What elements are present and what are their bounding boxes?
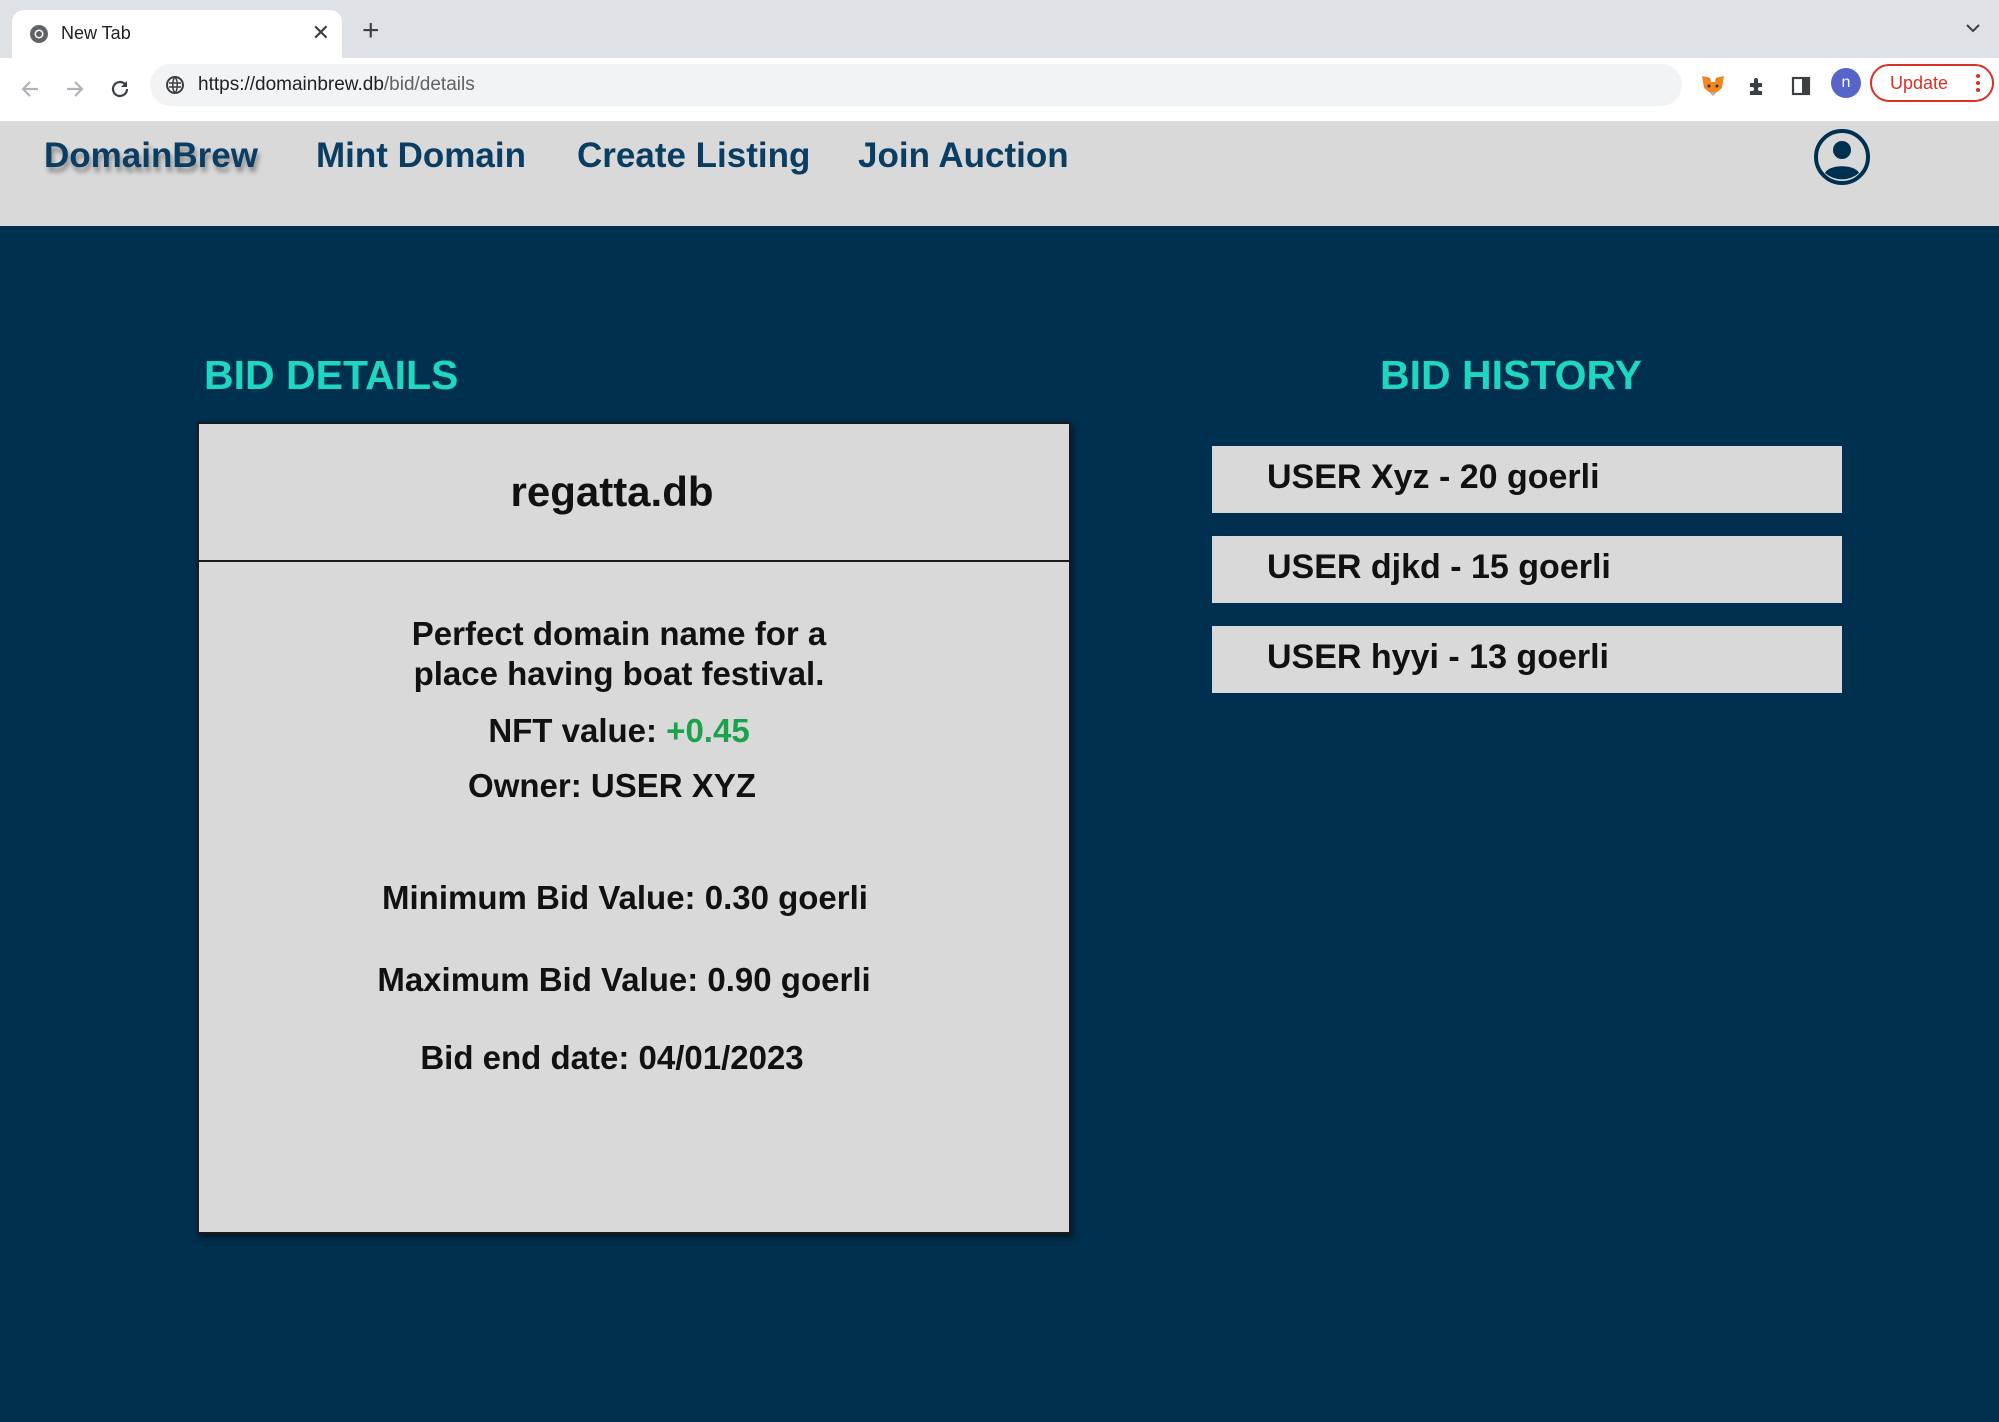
- forward-icon[interactable]: [57, 71, 93, 107]
- chevron-down-icon[interactable]: [1965, 20, 1981, 36]
- url-path: /bid/details: [383, 74, 475, 95]
- owner-line: Owner: USER XYZ: [468, 767, 756, 804]
- history-item[interactable]: USER djkd - 15 goerli: [1212, 536, 1842, 603]
- min-bid-value: Minimum Bid Value: 0.30 goerli: [382, 879, 868, 916]
- bid-details-heading: BID DETAILS: [204, 352, 459, 398]
- nav-mint-domain[interactable]: Mint Domain: [316, 136, 526, 176]
- history-item[interactable]: USER hyyi - 13 goerli: [1212, 626, 1842, 693]
- back-icon[interactable]: [12, 71, 48, 107]
- card-header: regatta.db: [199, 424, 1069, 562]
- nav-create-listing[interactable]: Create Listing: [577, 136, 810, 176]
- side-panel-icon[interactable]: [1785, 70, 1817, 102]
- history-item-text: USER Xyz - 20 goerli: [1267, 458, 1600, 496]
- nav-join-auction[interactable]: Join Auction: [858, 136, 1069, 176]
- metamask-icon[interactable]: [1697, 70, 1729, 102]
- site-navbar: DomainBrew Mint Domain Create Listing Jo…: [0, 122, 1999, 226]
- bid-details-card: regatta.db Perfect domain name for a pla…: [197, 422, 1071, 1234]
- extensions-icon[interactable]: [1741, 70, 1773, 102]
- address-bar[interactable]: https://domainbrew.db/bid/details: [150, 64, 1682, 106]
- site-info-icon[interactable]: [165, 75, 185, 95]
- new-tab-icon[interactable]: +: [362, 16, 380, 46]
- nft-value-line: NFT value: +0.45: [199, 712, 1039, 750]
- update-label: Update: [1890, 72, 1949, 93]
- more-menu-icon[interactable]: [1976, 74, 1980, 92]
- reload-icon[interactable]: [102, 71, 138, 107]
- history-item-text: USER hyyi - 13 goerli: [1267, 638, 1609, 676]
- domain-name: regatta.db: [510, 468, 714, 515]
- browser-tabstrip: New Tab ✕ +: [0, 0, 1999, 58]
- profile-avatar[interactable]: n: [1831, 68, 1861, 98]
- close-tab-icon[interactable]: ✕: [312, 21, 330, 45]
- bid-end-date: Bid end date: 04/01/2023: [420, 1039, 804, 1076]
- tab-title: New Tab: [61, 23, 131, 43]
- history-item-text: USER djkd - 15 goerli: [1267, 548, 1611, 586]
- chrome-icon: [30, 25, 48, 43]
- url-text: https://domainbrew.db/bid/details: [198, 74, 475, 96]
- max-bid-value: Maximum Bid Value: 0.90 goerli: [377, 961, 871, 998]
- bid-history-heading: BID HISTORY: [1380, 352, 1642, 398]
- update-button[interactable]: Update: [1870, 64, 1994, 102]
- user-account-icon[interactable]: [1813, 128, 1871, 186]
- browser-tab[interactable]: New Tab ✕: [12, 10, 342, 58]
- domain-description: Perfect domain name for a place having b…: [411, 615, 827, 692]
- nft-value-label: NFT value:: [488, 712, 667, 749]
- brand-logo[interactable]: DomainBrew: [44, 136, 258, 176]
- history-item[interactable]: USER Xyz - 20 goerli: [1212, 446, 1842, 513]
- browser-toolbar: https://domainbrew.db/bid/details: [0, 58, 1999, 122]
- main-content: BID DETAILS regatta.db Perfect domain na…: [0, 226, 1999, 1422]
- url-host: https://domainbrew.db: [198, 74, 384, 95]
- nft-value: +0.45: [666, 712, 750, 749]
